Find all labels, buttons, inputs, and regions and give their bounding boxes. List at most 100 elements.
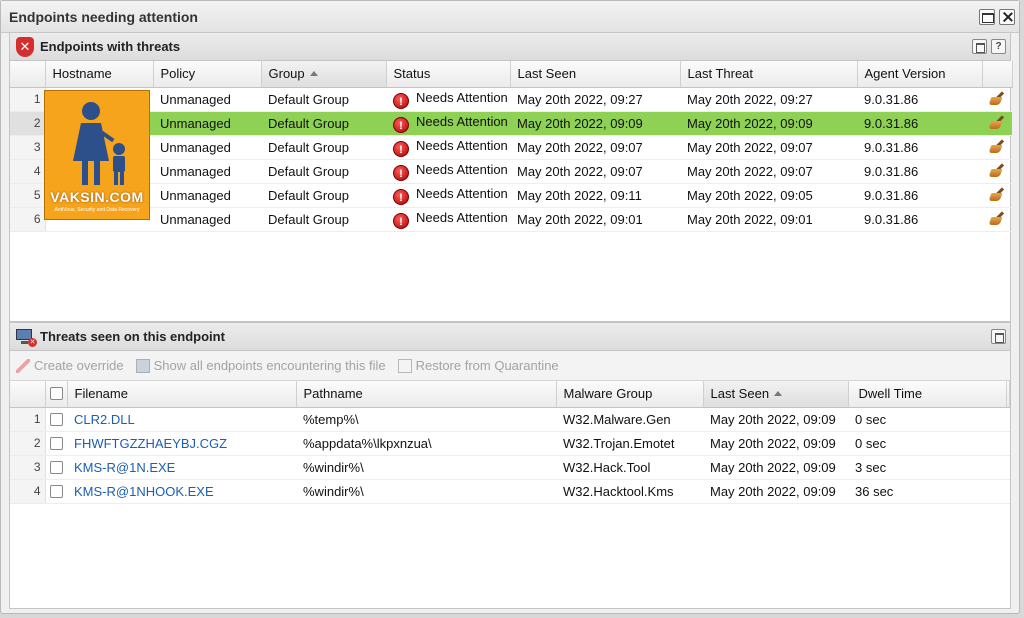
- policy-cell: Unmanaged: [153, 111, 261, 136]
- last-threat-cell: May 20th 2022, 09:07: [680, 159, 857, 184]
- group-cell: Default Group: [261, 135, 386, 160]
- column-status[interactable]: Status: [386, 61, 511, 88]
- endpoints-table: Hostname Policy Group Status Last Seen L…: [10, 61, 1013, 232]
- last-seen-cell: May 20th 2022, 09:09: [703, 455, 848, 480]
- broom-icon[interactable]: [989, 140, 1007, 154]
- policy-cell: Unmanaged: [153, 183, 261, 208]
- row-number: 6: [10, 207, 46, 232]
- filename-link[interactable]: KMS-R@1N.EXE: [67, 455, 296, 480]
- restore-quarantine-button[interactable]: Restore from Quarantine: [397, 358, 559, 373]
- filename-link[interactable]: FHWFTGZZHAEYBJ.CGZ: [67, 431, 296, 456]
- action-cell: [982, 207, 1012, 232]
- table-row[interactable]: 4 KMS-R@1NHOOK.EXE %windir%\ W32.Hacktoo…: [10, 479, 1010, 504]
- action-cell: [982, 87, 1012, 112]
- help-icon[interactable]: ?: [991, 39, 1006, 54]
- threats-table: Filename Pathname Malware Group Last See…: [10, 381, 1010, 504]
- column-dwell-time[interactable]: Dwell Time: [848, 381, 1007, 408]
- alert-icon: !: [393, 212, 409, 229]
- status-cell: ! Needs Attention: [386, 159, 510, 184]
- row-checkbox[interactable]: [49, 436, 63, 450]
- group-cell: Default Group: [261, 159, 386, 184]
- window-titlebar[interactable]: Endpoints needing attention: [1, 1, 1019, 33]
- last-seen-cell: May 20th 2022, 09:27: [510, 87, 680, 112]
- last-seen-cell: May 20th 2022, 09:09: [703, 479, 848, 504]
- column-last-seen-label: Last Seen: [710, 386, 770, 402]
- column-hostname[interactable]: Hostname: [45, 61, 154, 88]
- table-row-selected[interactable]: 2 Unmanaged Default Group ! Needs Attenti…: [10, 111, 1012, 136]
- alert-icon: !: [393, 140, 409, 157]
- restore-label: Restore from Quarantine: [415, 358, 559, 373]
- broom-icon[interactable]: [989, 92, 1007, 106]
- maximize-icon[interactable]: [979, 8, 995, 25]
- last-threat-cell: May 20th 2022, 09:01: [680, 207, 857, 232]
- select-all-header: [45, 381, 68, 408]
- dwell-time-cell: 36 sec: [848, 479, 1006, 504]
- broom-icon[interactable]: [989, 116, 1007, 130]
- group-cell: Default Group: [261, 183, 386, 208]
- column-group[interactable]: Group: [261, 61, 387, 88]
- filename-link[interactable]: CLR2.DLL: [67, 407, 296, 432]
- row-checkbox[interactable]: [49, 484, 63, 498]
- rownum-header: [10, 381, 46, 408]
- column-last-threat[interactable]: Last Threat: [680, 61, 858, 88]
- select-all-checkbox[interactable]: [49, 387, 63, 401]
- pencil-icon: [16, 358, 30, 373]
- table-row[interactable]: 4 Unmanaged Default Group ! Needs Attenti…: [10, 159, 1012, 184]
- broom-icon[interactable]: [989, 212, 1007, 226]
- group-cell: Default Group: [261, 207, 386, 232]
- column-filename[interactable]: Filename: [67, 381, 297, 408]
- alert-icon: !: [393, 116, 409, 133]
- row-checkbox[interactable]: [49, 412, 63, 426]
- column-agent-version[interactable]: Agent Version: [857, 61, 983, 88]
- column-malware-group[interactable]: Malware Group: [556, 381, 704, 408]
- pathname-cell: %windir%\: [296, 479, 556, 504]
- malware-group-cell: W32.Hack.Tool: [556, 455, 703, 480]
- policy-cell: Unmanaged: [153, 207, 261, 232]
- close-icon[interactable]: [999, 8, 1015, 25]
- collapse-panel-icon[interactable]: [991, 329, 1006, 344]
- column-last-seen[interactable]: Last Seen: [703, 381, 849, 408]
- table-row[interactable]: 1 CLR2.DLL %temp%\ W32.Malware.Gen May 2…: [10, 407, 1010, 432]
- table-row[interactable]: 5 Unmanaged Default Group ! Needs Attenti…: [10, 183, 1012, 208]
- row-checkbox[interactable]: [49, 460, 63, 474]
- table-row[interactable]: 3 Unmanaged Default Group ! Needs Attenti…: [10, 135, 1012, 160]
- last-threat-cell: May 20th 2022, 09:07: [680, 135, 857, 160]
- policy-cell: Unmanaged: [153, 87, 261, 112]
- last-threat-cell: May 20th 2022, 09:27: [680, 87, 857, 112]
- threats-panel-header: ✕ Threats seen on this endpoint: [10, 323, 1010, 351]
- endpoints-header-row: Hostname Policy Group Status Last Seen L…: [10, 61, 1013, 88]
- pathname-cell: %windir%\: [296, 455, 556, 480]
- filler-cell: [1006, 479, 1010, 504]
- endpoints-window: Endpoints needing attention ✕ Endpoints …: [0, 0, 1020, 614]
- broom-icon[interactable]: [989, 164, 1007, 178]
- column-last-seen[interactable]: Last Seen: [510, 61, 681, 88]
- column-group-label: Group: [268, 66, 305, 82]
- status-text: Needs Attention: [416, 209, 508, 225]
- checkbox-cell: [45, 407, 67, 432]
- policy-cell: Unmanaged: [153, 135, 261, 160]
- action-cell: [982, 183, 1012, 208]
- dwell-time-cell: 0 sec: [848, 407, 1006, 432]
- table-row[interactable]: 2 FHWFTGZZHAEYBJ.CGZ %appdata%\lkpxnzua\…: [10, 431, 1010, 456]
- threats-panel: ✕ Threats seen on this endpoint Create o…: [9, 322, 1011, 609]
- last-seen-cell: May 20th 2022, 09:09: [703, 407, 848, 432]
- collapse-panel-icon[interactable]: [972, 39, 987, 54]
- last-threat-cell: May 20th 2022, 09:09: [680, 111, 857, 136]
- filename-link[interactable]: KMS-R@1NHOOK.EXE: [67, 479, 296, 504]
- group-cell: Default Group: [261, 87, 386, 112]
- status-cell: ! Needs Attention: [386, 183, 510, 208]
- column-pathname[interactable]: Pathname: [296, 381, 557, 408]
- restore-document-icon: [397, 358, 412, 373]
- column-policy[interactable]: Policy: [153, 61, 262, 88]
- table-row[interactable]: 3 KMS-R@1N.EXE %windir%\ W32.Hack.Tool M…: [10, 455, 1010, 480]
- broom-icon[interactable]: [989, 188, 1007, 202]
- row-number: 3: [10, 455, 46, 480]
- table-row[interactable]: 6 Unmanaged Default Group ! Needs Attenti…: [10, 207, 1012, 232]
- table-row[interactable]: 1 Unmanaged Default Group ! Needs Attenti…: [10, 87, 1012, 112]
- pathname-cell: %temp%\: [296, 407, 556, 432]
- sort-ascending-icon: [774, 391, 783, 397]
- column-filler: [1006, 381, 1010, 408]
- show-all-endpoints-button[interactable]: Show all endpoints encountering this fil…: [135, 358, 386, 373]
- dwell-time-cell: 0 sec: [848, 431, 1006, 456]
- create-override-button[interactable]: Create override: [16, 358, 124, 373]
